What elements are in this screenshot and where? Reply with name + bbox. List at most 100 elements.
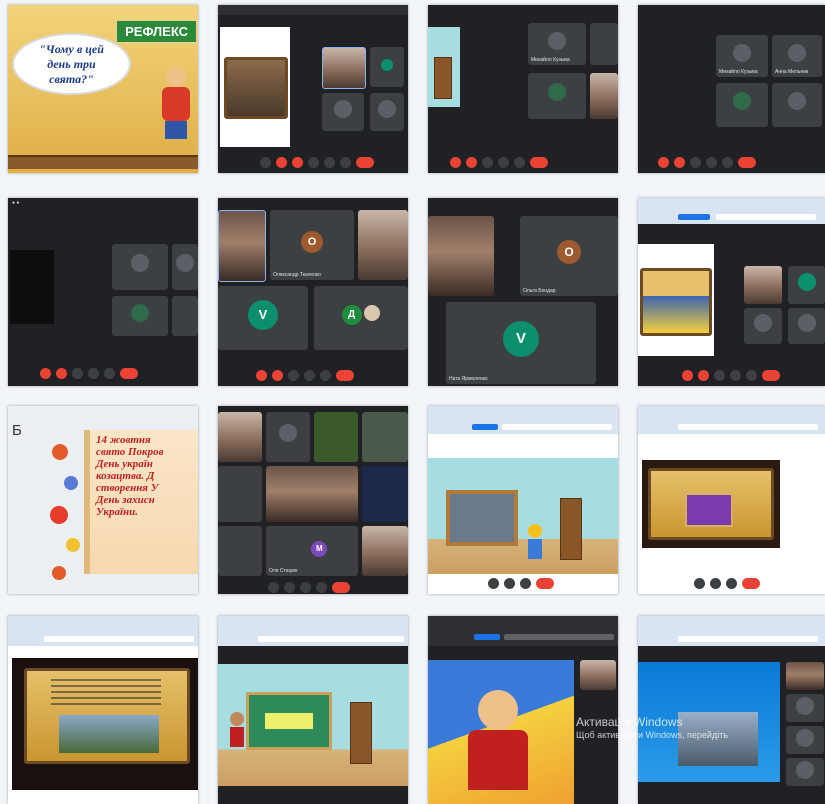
- browser-tab[interactable]: [678, 636, 818, 642]
- more-icon[interactable]: [722, 157, 733, 168]
- mic-off-icon[interactable]: [682, 370, 693, 381]
- end-call-button[interactable]: [762, 370, 780, 381]
- present-icon[interactable]: [498, 157, 509, 168]
- end-call-button[interactable]: [332, 582, 350, 593]
- captions-icon[interactable]: [300, 582, 311, 593]
- holiday-text-line: 14 жовтня: [96, 434, 151, 446]
- slide-scroll: [648, 468, 774, 540]
- video-tile: [744, 266, 782, 304]
- avatar: [797, 272, 816, 291]
- video-tile: [218, 526, 262, 576]
- participant-name: Анна Мельник: [775, 69, 809, 75]
- video-tile: [786, 726, 824, 754]
- captions-icon[interactable]: [714, 370, 725, 381]
- browser-topbar: [428, 406, 618, 434]
- screenshot-meet-presentation: [638, 198, 825, 386]
- mic-off-icon[interactable]: [276, 157, 287, 168]
- more-icon[interactable]: [340, 157, 351, 168]
- end-call-button[interactable]: [536, 578, 554, 589]
- windows-activation-watermark: Активація Windows Щоб активувати Windows…: [576, 716, 728, 742]
- camera-icon[interactable]: [284, 582, 295, 593]
- video-tile: [786, 662, 824, 690]
- screenshot-classroom-scene: [428, 406, 618, 594]
- participant-name: Ната Ярмоленко: [449, 376, 488, 382]
- present-icon[interactable]: [520, 578, 531, 589]
- screenshot-meet-grid: Михайло Кузьма: [428, 5, 618, 173]
- camera-off-icon[interactable]: [292, 157, 303, 168]
- present-icon[interactable]: [726, 578, 737, 589]
- camera-off-icon[interactable]: [698, 370, 709, 381]
- video-tile: [716, 83, 768, 127]
- browser-tab[interactable]: [472, 424, 498, 430]
- captions-icon[interactable]: [72, 368, 83, 379]
- mic-off-icon[interactable]: [658, 157, 669, 168]
- present-icon[interactable]: [730, 370, 741, 381]
- captions-icon[interactable]: [690, 157, 701, 168]
- captions-icon[interactable]: [482, 157, 493, 168]
- mic-off-icon[interactable]: [40, 368, 51, 379]
- screenshot-meet-final: [638, 616, 825, 804]
- video-tile: [322, 93, 364, 131]
- browser-tab[interactable]: [258, 636, 404, 642]
- end-call-button[interactable]: [120, 368, 138, 379]
- present-icon[interactable]: [316, 582, 327, 593]
- browser-topbar: [428, 616, 618, 646]
- screenshot-classroom-board: [218, 616, 408, 804]
- end-call-button[interactable]: [742, 578, 760, 589]
- more-icon[interactable]: [746, 370, 757, 381]
- mic-icon[interactable]: [268, 582, 279, 593]
- participant-name: Михайло Кузьма: [719, 69, 758, 75]
- avatar: [754, 314, 772, 333]
- browser-tab[interactable]: [474, 634, 500, 640]
- present-icon[interactable]: [324, 157, 335, 168]
- avatar: M: [311, 540, 328, 557]
- camera-off-icon[interactable]: [56, 368, 67, 379]
- end-call-button[interactable]: [530, 157, 548, 168]
- video-tile: [590, 23, 618, 65]
- end-call-button[interactable]: [356, 157, 374, 168]
- video-tile: [322, 47, 366, 89]
- browser-tab[interactable]: [678, 214, 710, 220]
- flower-decoration: [46, 426, 86, 584]
- avatar: [733, 43, 751, 62]
- wooden-frame-bottom: [8, 155, 198, 169]
- screenshot-meet-grid: O Ольга Бондар V Ната Ярмоленко: [428, 198, 618, 386]
- browser-tab[interactable]: [44, 636, 194, 642]
- more-icon[interactable]: [514, 157, 525, 168]
- camera-icon[interactable]: [504, 578, 515, 589]
- more-icon[interactable]: [104, 368, 115, 379]
- end-call-button[interactable]: [738, 157, 756, 168]
- meeting-header: ● ●: [12, 200, 20, 206]
- camera-off-icon[interactable]: [466, 157, 477, 168]
- end-call-button[interactable]: [336, 370, 354, 381]
- camera-icon[interactable]: [710, 578, 721, 589]
- more-icon[interactable]: [320, 370, 331, 381]
- browser-tab[interactable]: [504, 634, 614, 640]
- browser-tab[interactable]: [502, 424, 612, 430]
- video-tile: [370, 47, 404, 87]
- browser-tab[interactable]: [678, 424, 818, 430]
- meeting-controls: [40, 368, 138, 379]
- browser-tab[interactable]: [716, 214, 816, 220]
- mic-icon[interactable]: [694, 578, 705, 589]
- shared-slide: [642, 460, 780, 548]
- present-icon[interactable]: [706, 157, 717, 168]
- camera-off-icon[interactable]: [272, 370, 283, 381]
- present-icon[interactable]: [304, 370, 315, 381]
- info-icon[interactable]: [260, 157, 271, 168]
- mic-off-icon[interactable]: [256, 370, 267, 381]
- captions-icon[interactable]: [308, 157, 319, 168]
- video-tile: [788, 266, 825, 304]
- mic-off-icon[interactable]: [450, 157, 461, 168]
- video-tile: [528, 73, 586, 119]
- screenshot-meet-grid: O Олександр Ткаченко V Д: [218, 198, 408, 386]
- video-tile: Михайло Кузьма: [716, 35, 768, 77]
- browser-topbar: [218, 5, 408, 15]
- avatar: [796, 728, 814, 747]
- captions-icon[interactable]: [288, 370, 299, 381]
- present-icon[interactable]: [88, 368, 99, 379]
- bookshelf: [434, 57, 452, 99]
- watermark-title: Активація Windows: [576, 715, 683, 729]
- camera-off-icon[interactable]: [674, 157, 685, 168]
- mic-icon[interactable]: [488, 578, 499, 589]
